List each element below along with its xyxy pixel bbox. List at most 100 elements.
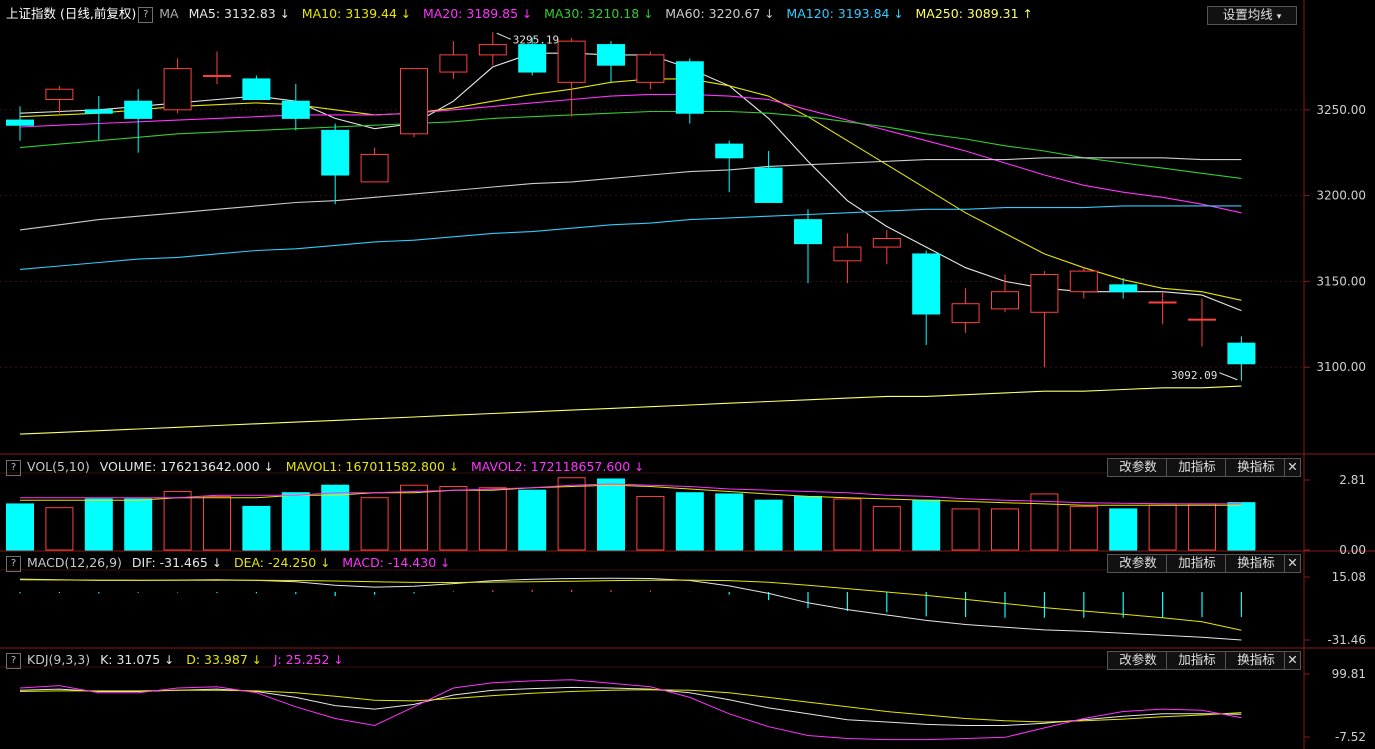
kdj-panel-name: KDJ(9,3,3) xyxy=(27,652,91,667)
candle-body-up xyxy=(557,40,586,83)
volume-bar-down xyxy=(1109,508,1138,551)
settings-ma-button[interactable]: 设置均线 ▾ xyxy=(1207,6,1297,25)
volume-bar-up xyxy=(439,485,468,551)
macd-switch-button[interactable]: 换指标 xyxy=(1225,554,1287,573)
kline-terminal: 3250.00 3200.00 3150.00 3100.00 3295.19 3092.… xyxy=(0,0,1375,749)
index-title: 上证指数 xyxy=(6,6,57,21)
candle-body-up xyxy=(360,153,389,183)
vol-tick-label-1: 0.00 xyxy=(1339,543,1366,557)
kdj-legend-2: J: 25.252 ↓ xyxy=(273,652,344,667)
help-icon[interactable]: ? xyxy=(6,652,21,669)
vol-legend-1: MAVOL1: 167011582.800 ↓ xyxy=(285,459,459,474)
candle-body-down xyxy=(242,78,271,101)
candle-body-down xyxy=(912,253,941,315)
macd-line-dea xyxy=(19,579,1242,631)
candle-body-down xyxy=(1109,284,1138,293)
candle-body-up xyxy=(1030,274,1059,313)
help-icon[interactable]: ? xyxy=(138,6,154,23)
ma-legend-4: MA60: 3220.67 ↓ xyxy=(665,6,775,21)
kdj-param-button[interactable]: 改参数 xyxy=(1107,651,1169,670)
volume-bar-down xyxy=(794,495,822,551)
kdj-switch-button[interactable]: 换指标 xyxy=(1225,651,1287,670)
macd-param-button[interactable]: 改参数 xyxy=(1107,554,1169,573)
ma-legend-0: MA5: 3132.83 ↓ xyxy=(188,6,290,21)
ma-line-ma250 xyxy=(19,385,1242,435)
vol-close-icon[interactable]: ✕ xyxy=(1284,458,1301,477)
candle-body-up xyxy=(1188,318,1216,321)
help-icon[interactable]: ? xyxy=(6,459,21,476)
vol-add-button[interactable]: 加指标 xyxy=(1166,458,1228,477)
volume-bar-down xyxy=(597,478,625,551)
ma-line-ma60 xyxy=(19,157,1242,231)
ma-label: MA xyxy=(159,6,179,21)
candle-body-down xyxy=(84,109,113,114)
candle-body-down xyxy=(754,167,783,203)
macd-add-button[interactable]: 加指标 xyxy=(1166,554,1228,573)
ma-legend-6: MA250: 3089.31 ↑ xyxy=(915,6,1033,21)
volume-bar-down xyxy=(1227,502,1256,551)
candle-body-up xyxy=(439,54,468,73)
price-tick-label-2: 3150.00 xyxy=(1316,274,1366,288)
macd-legend-0: DIF: -31.465 ↓ xyxy=(131,555,222,570)
chevron-down-icon: ▾ xyxy=(1276,12,1282,22)
volume-bar-up xyxy=(203,495,231,551)
arrow-down-icon: ↓ xyxy=(251,653,262,667)
candle-body-down xyxy=(715,143,744,159)
vol-param-button[interactable]: 改参数 xyxy=(1107,458,1169,477)
macd-tick-label-1: -31.46 xyxy=(1327,633,1366,647)
candle-body-up xyxy=(45,88,74,101)
volume-bar-down xyxy=(912,499,941,551)
chart-canvas: 3250.00 3200.00 3150.00 3100.00 3295.19 3092.… xyxy=(0,0,1375,749)
candle-body-down xyxy=(675,61,704,114)
volume-bar-up xyxy=(163,490,192,551)
arrow-down-icon: ↓ xyxy=(893,7,904,21)
candle-body-down xyxy=(281,100,310,119)
ma-legend: MA5: 3132.83 ↓ MA10: 3139.44 ↓ MA20: 3189.… xyxy=(189,6,1045,21)
volume-bar-up xyxy=(360,497,389,551)
price-tick-label-0: 3250.00 xyxy=(1316,103,1366,117)
ma-line-ma30 xyxy=(19,110,1242,179)
annotation-arrow xyxy=(496,32,511,40)
arrow-down-icon: ↓ xyxy=(320,556,331,570)
macd-legend-2: MACD: -14.430 ↓ xyxy=(342,555,451,570)
volume-bar-down xyxy=(6,503,34,551)
ma-legend-5: MA120: 3193.84 ↓ xyxy=(786,6,904,21)
volume-bar-up xyxy=(991,508,1019,551)
candle-body-down xyxy=(1227,342,1256,365)
kdj-line-d xyxy=(19,689,1242,723)
candle-body-up xyxy=(872,238,901,248)
arrow-down-icon: ↓ xyxy=(634,460,645,474)
candle-body-up xyxy=(1069,270,1098,293)
arrow-down-icon: ↓ xyxy=(448,460,459,474)
macd-close-icon[interactable]: ✕ xyxy=(1284,554,1301,573)
arrow-down-icon: ↓ xyxy=(440,556,451,570)
volume-bar-down xyxy=(715,493,744,551)
volume-bar-up xyxy=(478,487,507,551)
kdj-tick-label-1: -7.52 xyxy=(1335,730,1366,744)
ma-line-ma5 xyxy=(19,52,1242,312)
candle-body-up xyxy=(991,291,1019,310)
volume-bar-down xyxy=(281,492,310,551)
kdj-tick-label-0: 99.81 xyxy=(1332,667,1366,681)
volume-bar-up xyxy=(45,507,74,551)
kdj-header: ? KDJ(9,3,3) K: 31.075 ↓ D: 33.987 ↓ J: 25.… xyxy=(4,650,361,670)
macd-tick-label-0: 15.08 xyxy=(1332,570,1366,584)
kdj-close-icon[interactable]: ✕ xyxy=(1284,651,1301,670)
vol-header: ? VOL(5,10) VOLUME: 176213642.000 ↓ MAVOL1… xyxy=(4,457,662,477)
vol-switch-button[interactable]: 换指标 xyxy=(1225,458,1287,477)
volume-bar-down xyxy=(84,498,113,551)
volume-bar-down xyxy=(518,489,547,551)
arrow-down-icon: ↓ xyxy=(211,556,222,570)
candle-body-up xyxy=(163,68,192,111)
candle-body-up xyxy=(203,74,231,77)
volume-bar-up xyxy=(1148,504,1177,551)
ma-legend-3: MA30: 3210.18 ↓ xyxy=(544,6,654,21)
arrow-up-icon: ↑ xyxy=(1022,7,1033,21)
vol-tick-label-0: 2.81 xyxy=(1339,473,1366,487)
kdj-add-button[interactable]: 加指标 xyxy=(1166,651,1228,670)
kdj-legend-1: D: 33.987 ↓ xyxy=(186,652,262,667)
help-icon[interactable]: ? xyxy=(6,555,21,572)
arrow-down-icon: ↓ xyxy=(263,460,274,474)
candle-body-down xyxy=(124,100,153,119)
volume-bar-up xyxy=(557,477,586,551)
